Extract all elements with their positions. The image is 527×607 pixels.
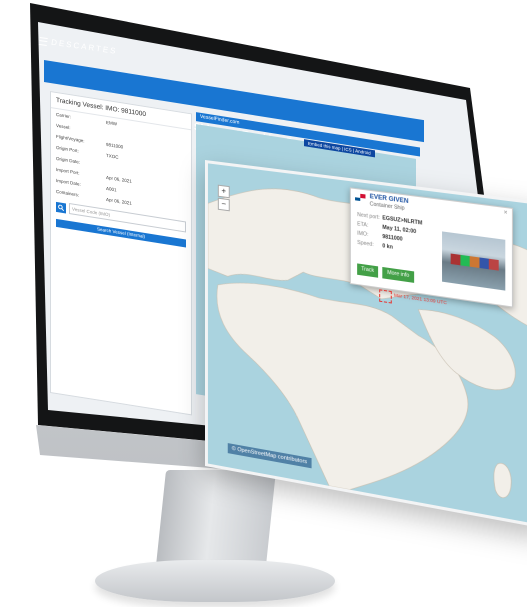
popup-value: 9811000	[382, 233, 403, 243]
tracking-panel: Tracking Vessel: IMO: 9811000 Carrier: EM…	[50, 90, 192, 416]
vessel-photo	[442, 231, 506, 291]
popup-value: 0 kn	[382, 243, 393, 251]
map-window[interactable]: + − EVER GIVEN Container Ship × Next por…	[205, 160, 527, 530]
search-button[interactable]	[56, 201, 66, 213]
vessel-marker-icon[interactable]	[379, 289, 392, 304]
panama-flag-icon	[355, 193, 366, 202]
detail-value: TXOC	[106, 152, 119, 160]
zoom-controls: + −	[217, 184, 230, 212]
monitor: DESCARTES Shipment Tracking Dashboard Tr…	[0, 0, 527, 607]
track-button[interactable]: Track	[357, 263, 379, 278]
close-icon[interactable]: ×	[504, 210, 508, 217]
popup-key: Speed:	[357, 239, 374, 249]
more-info-button[interactable]: More info	[382, 266, 415, 283]
popup-key: Next port:	[357, 211, 380, 222]
zoom-in-button[interactable]: +	[217, 184, 230, 199]
detail-value: 9811000	[106, 141, 124, 150]
popup-key: ETA:	[357, 221, 369, 229]
detail-value: A001	[106, 185, 117, 193]
detail-value: EMW	[106, 119, 117, 127]
search-icon	[58, 204, 64, 211]
menu-icon[interactable]	[38, 36, 48, 46]
monitor-scene: DESCARTES Shipment Tracking Dashboard Tr…	[0, 0, 527, 607]
zoom-out-button[interactable]: −	[217, 197, 230, 212]
popup-key: IMO:	[357, 230, 369, 239]
popup-row: Speed: 0 kn	[357, 240, 393, 251]
